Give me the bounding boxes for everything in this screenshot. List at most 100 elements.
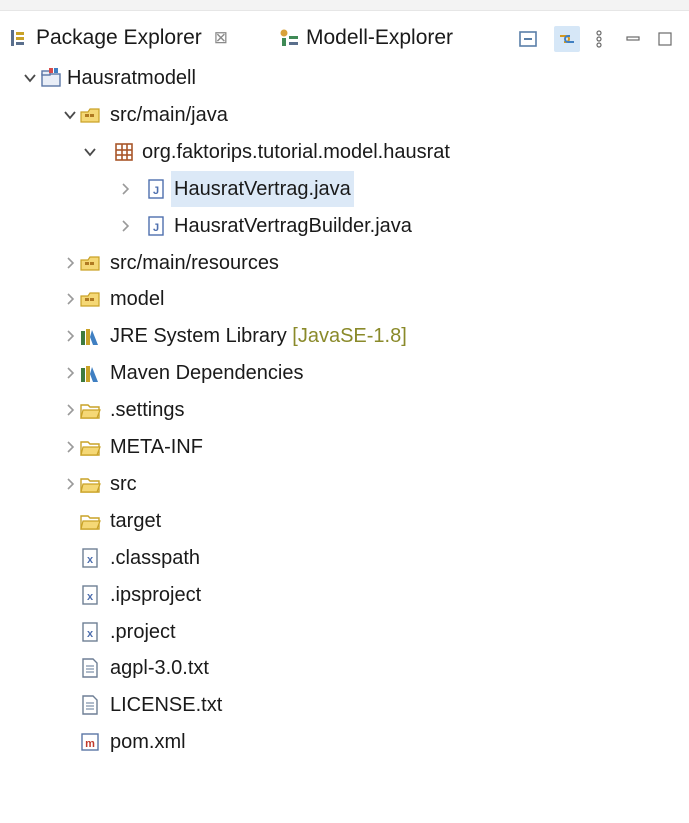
minimize-icon	[626, 36, 640, 41]
tree-item[interactable]: src/main/java	[0, 97, 689, 133]
xml-file-icon: x	[82, 547, 98, 568]
tree-item[interactable]: J HausratVertragBuilder.java	[0, 208, 689, 244]
chevron-right-icon[interactable]	[61, 429, 79, 465]
chevron-down-icon[interactable]	[21, 60, 39, 96]
chevron-right-icon[interactable]	[61, 466, 79, 502]
tree-item-label: JRE System Library [JavaSE-1.8]	[107, 318, 410, 354]
tree-item-decoration: [JavaSE-1.8]	[292, 325, 407, 348]
collapse-all-icon	[519, 31, 537, 47]
tree-item[interactable]: Hausratmodell	[0, 60, 689, 96]
link-with-editor-icon	[560, 35, 574, 43]
link-with-editor-button[interactable]	[554, 26, 580, 52]
library-icon	[81, 366, 98, 383]
library-icon	[81, 329, 98, 346]
tree-item-name: org.faktorips.tutorial.model.hausrat	[142, 140, 450, 163]
tree-item[interactable]: src/main/resources	[0, 245, 689, 281]
tree-item-label: Hausratmodell	[64, 60, 199, 96]
tab-modell-explorer[interactable]: Modell-Explorer	[278, 18, 453, 58]
tree-item[interactable]: JRE System Library [JavaSE-1.8]	[0, 318, 689, 354]
tree-item-label: LICENSE.txt	[107, 687, 225, 723]
tree-item[interactable]: LICENSE.txt	[0, 687, 689, 723]
tab-package-explorer[interactable]: Package Explorer ⊠	[8, 18, 228, 58]
source-folder-icon	[80, 108, 100, 123]
maximize-button[interactable]	[652, 26, 678, 52]
tree-item-name: HausratVertragBuilder.java	[174, 214, 412, 237]
chevron-down-icon[interactable]	[81, 134, 99, 170]
tree-item[interactable]: .settings	[0, 392, 689, 428]
project-icon	[41, 68, 61, 87]
tree-item-name: target	[110, 509, 162, 532]
view-menu-icon	[596, 30, 602, 48]
chevron-right-icon[interactable]	[61, 318, 79, 354]
tree-item[interactable]: target	[0, 503, 689, 539]
tree-item-name: src/main/java	[110, 103, 228, 126]
tree-item-label: .settings	[107, 392, 187, 428]
tree-item-label: org.faktorips.tutorial.model.hausrat	[139, 134, 453, 170]
chevron-right-icon[interactable]	[61, 392, 79, 428]
tree-item[interactable]: x .ipsproject	[0, 577, 689, 613]
view-top-border	[0, 0, 689, 11]
tree-item[interactable]: x .classpath	[0, 540, 689, 576]
svg-text:x: x	[87, 554, 94, 566]
text-file-icon	[82, 695, 98, 715]
view-tab-bar: Package Explorer ⊠ Modell-Explorer	[0, 18, 689, 58]
tree-item-name: src/main/resources	[110, 251, 279, 274]
view-menu-button[interactable]	[586, 26, 612, 52]
source-folder-icon	[80, 255, 100, 271]
tree-item[interactable]: x .project	[0, 614, 689, 650]
svg-text:J: J	[153, 222, 159, 234]
package-explorer-icon	[11, 30, 24, 46]
xml-file-icon: x	[82, 621, 98, 642]
tree-item-label: .project	[107, 614, 179, 650]
tree-item-label: HausratVertrag.java	[171, 170, 354, 207]
tree-item-name: .project	[110, 620, 176, 643]
tree-item-name: .ipsproject	[110, 583, 202, 606]
svg-text:J: J	[153, 185, 159, 197]
text-file-icon	[82, 658, 98, 679]
tree-item[interactable]: m pom.xml	[0, 724, 689, 760]
tree-item-name: JRE System Library	[110, 325, 287, 348]
chevron-right-icon[interactable]	[61, 281, 79, 317]
chevron-right-icon[interactable]	[61, 355, 79, 391]
xml-file-icon: x	[82, 584, 98, 605]
tree-item[interactable]: org.faktorips.tutorial.model.hausrat	[0, 134, 689, 170]
tree-item-name: .settings	[110, 399, 185, 422]
tree-item-name: model	[110, 288, 165, 311]
chevron-down-icon[interactable]	[61, 97, 79, 133]
tree-item-label: Maven Dependencies	[107, 355, 306, 391]
java-file-icon: J	[148, 215, 164, 236]
package-icon	[115, 142, 133, 161]
tree-item-label: model	[107, 281, 167, 317]
tree-item[interactable]: src	[0, 466, 689, 502]
chevron-right-icon[interactable]	[61, 245, 79, 281]
maximize-icon	[658, 32, 672, 46]
maven-pom-icon: m	[81, 733, 99, 751]
tree-item[interactable]: agpl-3.0.txt	[0, 650, 689, 686]
tree-item-label: src	[107, 466, 140, 502]
folder-icon	[80, 478, 101, 493]
chevron-right-icon[interactable]	[116, 171, 134, 207]
tree-item-label: .classpath	[107, 540, 203, 576]
collapse-all-button[interactable]	[515, 26, 541, 52]
tree-item-label: agpl-3.0.txt	[107, 650, 212, 686]
tree-item-label: src/main/resources	[107, 245, 282, 281]
java-file-icon: J	[148, 178, 164, 199]
tree-item-label: pom.xml	[107, 724, 189, 760]
tree-item[interactable]: Maven Dependencies	[0, 355, 689, 391]
tree-item[interactable]: J HausratVertrag.java	[0, 170, 689, 207]
tree-item-label: target	[107, 503, 164, 539]
close-icon[interactable]: ⊠	[214, 28, 228, 48]
tree-item-name: HausratVertrag.java	[174, 177, 351, 200]
tree-item-name: src	[110, 472, 137, 495]
svg-text:x: x	[87, 628, 94, 640]
tree-item-name: .classpath	[110, 546, 201, 569]
tree-item-name: META-INF	[110, 436, 203, 458]
tree-item-label: src/main/java	[107, 97, 231, 133]
minimize-button[interactable]	[620, 26, 646, 52]
tree-item-label: META-INF	[107, 429, 206, 465]
tab-package-explorer-label: Package Explorer	[36, 26, 202, 49]
tree-item[interactable]: model	[0, 281, 689, 317]
tree-item-label: .ipsproject	[107, 577, 204, 613]
chevron-right-icon[interactable]	[116, 208, 134, 244]
tree-item[interactable]: META-INF	[0, 429, 689, 465]
